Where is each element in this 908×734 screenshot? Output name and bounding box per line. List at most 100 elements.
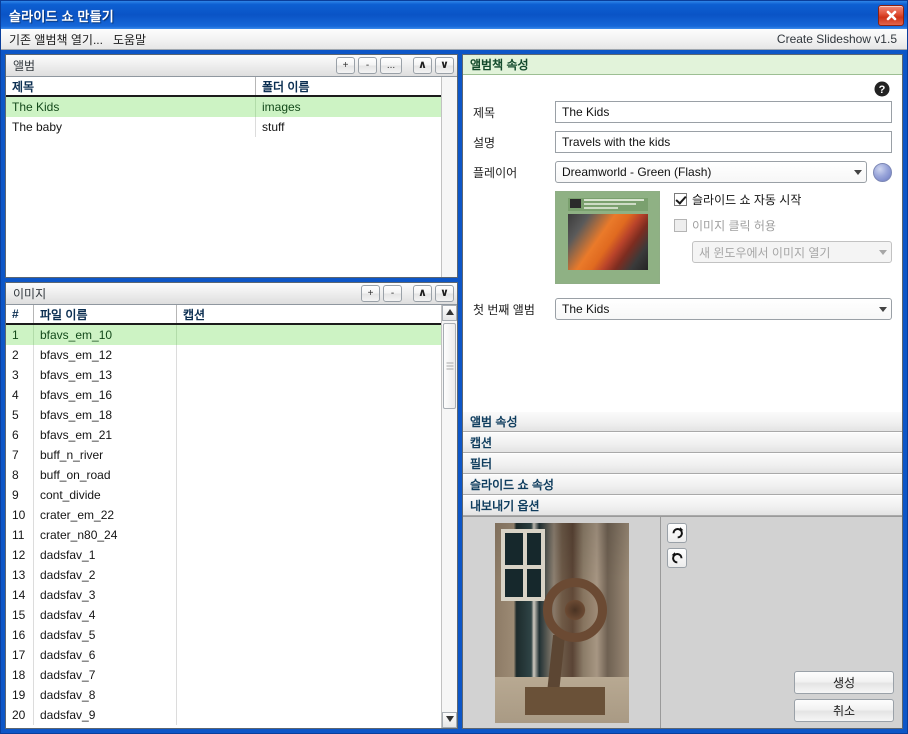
- section-header-slideshow-properties[interactable]: 슬라이드 쇼 속성: [463, 474, 902, 495]
- images-cell-caption[interactable]: [177, 645, 441, 665]
- player-preview-button[interactable]: [873, 162, 892, 182]
- album-move-up-button[interactable]: ∧: [413, 57, 432, 74]
- images-cell-caption[interactable]: [177, 425, 441, 445]
- images-cell-caption[interactable]: [177, 545, 441, 565]
- images-scroll-down-button[interactable]: [442, 712, 457, 728]
- table-row[interactable]: 20 dadsfav_9: [6, 705, 441, 725]
- thumb-text-line: [584, 199, 644, 201]
- images-cell-filename: buff_n_river: [34, 445, 177, 465]
- preview-area: 생성 취소: [463, 516, 902, 728]
- description-input[interactable]: Travels with the kids: [555, 131, 892, 153]
- table-row[interactable]: 19 dadsfav_8: [6, 685, 441, 705]
- table-row[interactable]: 16 dadsfav_5: [6, 625, 441, 645]
- images-cell-caption[interactable]: [177, 365, 441, 385]
- images-cell-caption[interactable]: [177, 525, 441, 545]
- click-action-select[interactable]: 새 윈도우에서 이미지 열기: [692, 241, 892, 263]
- menu-item-help[interactable]: 도움말: [113, 31, 152, 48]
- autostart-checkbox[interactable]: [674, 193, 687, 206]
- table-row[interactable]: 5 bfavs_em_18: [6, 405, 441, 425]
- images-cell-caption[interactable]: [177, 605, 441, 625]
- table-row[interactable]: 15 dadsfav_4: [6, 605, 441, 625]
- image-remove-button[interactable]: -: [383, 285, 402, 302]
- section-header-export-options[interactable]: 내보내기 옵션: [463, 495, 902, 516]
- images-cell-caption[interactable]: [177, 345, 441, 365]
- images-cell-caption[interactable]: [177, 465, 441, 485]
- images-cell-filename: crater_n80_24: [34, 525, 177, 545]
- table-row[interactable]: 13 dadsfav_2: [6, 565, 441, 585]
- window-title: 슬라이드 쇼 만들기: [9, 8, 114, 24]
- images-cell-caption[interactable]: [177, 685, 441, 705]
- images-cell-filename: cont_divide: [34, 485, 177, 505]
- images-cell-caption[interactable]: [177, 705, 441, 725]
- images-column-caption[interactable]: 캡션: [177, 305, 441, 323]
- rotate-counterclockwise-button[interactable]: [667, 548, 687, 568]
- table-row[interactable]: 14 dadsfav_3: [6, 585, 441, 605]
- images-column-filename[interactable]: 파일 이름: [34, 305, 177, 323]
- images-cell-caption[interactable]: [177, 505, 441, 525]
- table-row[interactable]: 8 buff_on_road: [6, 465, 441, 485]
- chevron-down-icon: [849, 162, 866, 182]
- images-cell-caption[interactable]: [177, 625, 441, 645]
- images-cell-caption[interactable]: [177, 405, 441, 425]
- section-header-captions[interactable]: 캡션: [463, 432, 902, 453]
- table-row[interactable]: 1 bfavs_em_10: [6, 325, 441, 345]
- create-button[interactable]: 생성: [794, 671, 894, 694]
- table-row[interactable]: 2 bfavs_em_12: [6, 345, 441, 365]
- album-more-button[interactable]: ...: [380, 57, 402, 74]
- album-column-folder[interactable]: 폴더 이름: [256, 77, 441, 95]
- help-icon[interactable]: ?: [874, 81, 890, 97]
- album-remove-button[interactable]: -: [358, 57, 377, 74]
- images-cell-caption[interactable]: [177, 485, 441, 505]
- album-add-button[interactable]: +: [336, 57, 355, 74]
- images-cell-filename: bfavs_em_16: [34, 385, 177, 405]
- table-row[interactable]: The baby stuff: [6, 117, 441, 137]
- table-row[interactable]: 6 bfavs_em_21: [6, 425, 441, 445]
- title-input[interactable]: The Kids: [555, 101, 892, 123]
- image-move-down-button[interactable]: ∨: [435, 285, 454, 302]
- images-cell-caption[interactable]: [177, 565, 441, 585]
- section-header-filters[interactable]: 필터: [463, 453, 902, 474]
- album-move-down-button[interactable]: ∨: [435, 57, 454, 74]
- album-scroll-track[interactable]: [442, 77, 457, 277]
- image-move-up-button[interactable]: ∧: [413, 285, 432, 302]
- images-cell-caption[interactable]: [177, 665, 441, 685]
- images-scroll-track[interactable]: [442, 321, 457, 712]
- body-area: 앨범 + - ... ∧ ∨ 제목 폴더 이름 The Kids images …: [1, 50, 907, 733]
- images-cell-caption[interactable]: [177, 585, 441, 605]
- table-row[interactable]: 4 bfavs_em_16: [6, 385, 441, 405]
- section-header-albumbook-properties[interactable]: 앨범책 속성: [463, 55, 902, 75]
- images-scrollbar[interactable]: [441, 305, 457, 728]
- images-cell-number: 17: [6, 645, 34, 665]
- table-row[interactable]: 11 crater_n80_24: [6, 525, 441, 545]
- player-select[interactable]: Dreamworld - Green (Flash): [555, 161, 867, 183]
- preview-wheel: [542, 577, 607, 642]
- images-cell-filename: crater_em_22: [34, 505, 177, 525]
- clickable-row: 이미지 클릭 허용: [674, 217, 892, 234]
- cancel-button[interactable]: 취소: [794, 699, 894, 722]
- first-album-select-value: The Kids: [562, 302, 610, 316]
- table-row[interactable]: 18 dadsfav_7: [6, 665, 441, 685]
- section-header-album-properties[interactable]: 앨범 속성: [463, 411, 902, 432]
- table-row[interactable]: 9 cont_divide: [6, 485, 441, 505]
- images-scroll-thumb[interactable]: [443, 323, 456, 409]
- images-column-number[interactable]: #: [6, 305, 34, 323]
- album-column-title[interactable]: 제목: [6, 77, 256, 95]
- table-row[interactable]: 7 buff_n_river: [6, 445, 441, 465]
- clickable-checkbox[interactable]: [674, 219, 687, 232]
- album-scrollbar[interactable]: [441, 77, 457, 277]
- images-cell-caption[interactable]: [177, 445, 441, 465]
- images-cell-caption[interactable]: [177, 385, 441, 405]
- menu-item-open-album[interactable]: 기존 앨범책 열기...: [9, 31, 109, 48]
- first-album-select[interactable]: The Kids: [555, 298, 892, 320]
- rotate-clockwise-button[interactable]: [667, 523, 687, 543]
- table-row[interactable]: The Kids images: [6, 97, 441, 117]
- images-cell-caption[interactable]: [177, 325, 441, 345]
- close-button[interactable]: [878, 4, 904, 26]
- table-row[interactable]: 12 dadsfav_1: [6, 545, 441, 565]
- images-scroll-up-button[interactable]: [442, 305, 457, 321]
- table-row[interactable]: 10 crater_em_22: [6, 505, 441, 525]
- image-add-button[interactable]: +: [361, 285, 380, 302]
- images-cell-filename: bfavs_em_12: [34, 345, 177, 365]
- table-row[interactable]: 3 bfavs_em_13: [6, 365, 441, 385]
- table-row[interactable]: 17 dadsfav_6: [6, 645, 441, 665]
